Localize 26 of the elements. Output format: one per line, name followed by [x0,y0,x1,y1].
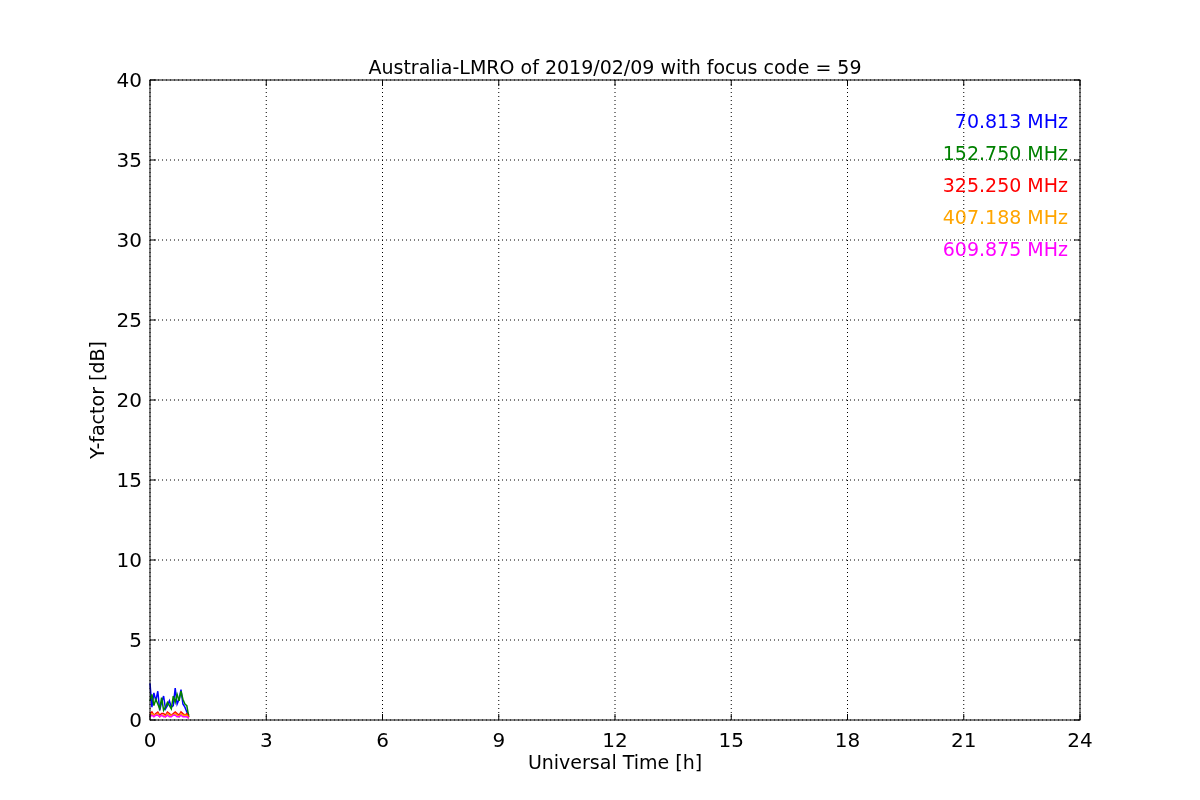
legend-label: 609.875 MHz [942,238,1068,260]
y-axis-label: Y-factor [dB] [86,341,108,459]
y-tick-label: 15 [116,468,142,492]
legend-label: 325.250 MHz [942,174,1068,196]
y-tick-label: 10 [116,548,142,572]
legend-label: 152.750 MHz [942,142,1068,164]
x-tick-label: 15 [718,728,744,752]
chart-title: Australia-LMRO of 2019/02/09 with focus code = 59 [368,56,862,78]
x-axis-label: Universal Time [h] [527,751,703,773]
legend-label: 407.188 MHz [942,206,1068,228]
x-tick-label: 18 [834,728,861,752]
x-tick-label: 6 [376,728,389,752]
y-tick-label: 35 [116,148,142,172]
x-tick-label: 3 [259,728,273,752]
y-tick-label: 25 [116,308,142,332]
y-tick-label: 40 [116,68,142,92]
x-tick-label: 24 [1067,728,1093,752]
x-tick-label: 12 [602,728,628,752]
y-tick-label: 20 [116,388,142,412]
y-tick-label: 0 [129,708,142,732]
x-tick-label: 21 [951,728,977,752]
y-tick-label: 30 [116,228,142,252]
legend-label: 70.813 MHz [954,110,1068,132]
x-tick-label: 9 [492,728,506,752]
y-tick-label: 5 [129,628,142,652]
x-tick-label: 0 [143,728,157,752]
